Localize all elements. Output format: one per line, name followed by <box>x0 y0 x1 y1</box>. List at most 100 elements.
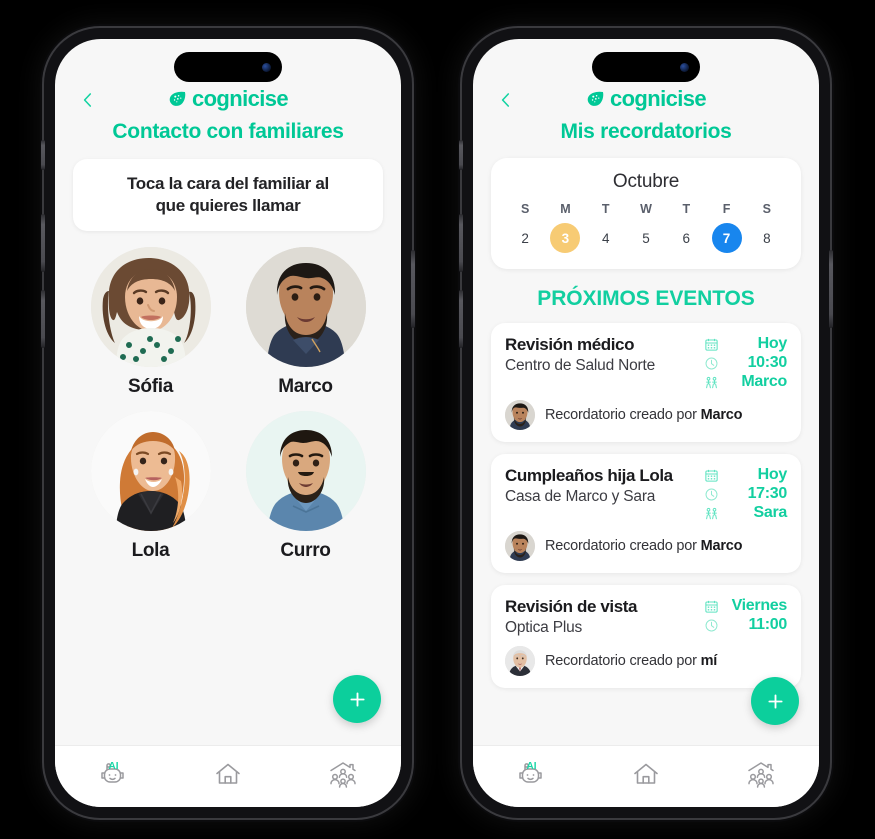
volume-up-button[interactable] <box>459 214 463 272</box>
calendar-dow-row: S M T W T F S <box>505 202 787 216</box>
nav-item-ai-assistant[interactable]: AI <box>81 752 145 796</box>
event-card[interactable]: Cumpleaños hija Lola Casa de Marco y Sar… <box>491 454 801 573</box>
dynamic-island <box>592 52 700 82</box>
dow-label: T <box>601 202 610 216</box>
brand-logo: cognicise <box>491 85 801 113</box>
calendar-day-cell[interactable]: 2 <box>505 223 545 253</box>
nav-item-family[interactable] <box>311 752 375 796</box>
photo-lola <box>90 410 211 531</box>
calendar-day-cell[interactable]: 3 <box>545 223 585 253</box>
calendar-icon <box>705 338 718 351</box>
calendar-widget: Octubre S M T W T F S 2 3 4 5 6 7 8 <box>491 158 801 269</box>
silent-switch[interactable] <box>41 140 45 170</box>
event-day: Viernes <box>731 597 788 614</box>
day-number[interactable]: 6 <box>671 223 701 253</box>
day-number[interactable]: 4 <box>591 223 621 253</box>
created-by-name: mí <box>700 653 718 669</box>
clock-icon <box>705 488 718 500</box>
created-by-text: Recordatorio creado por Marco <box>545 407 743 423</box>
leaf-brain-logo-icon <box>169 91 186 106</box>
screenshot-stage: cognicise Contacto con familiares Toca l… <box>0 0 875 839</box>
event-person: Sara <box>753 504 788 521</box>
chevron-left-icon[interactable] <box>79 91 97 109</box>
event-date-row: Hoy <box>704 335 787 353</box>
event-time: 10:30 <box>747 354 788 371</box>
day-number[interactable]: 2 <box>510 223 540 253</box>
add-contact-fab[interactable] <box>333 675 381 723</box>
calendar-day-cell[interactable]: 8 <box>747 223 787 253</box>
contacts-grid: Sófia Marco Lola Curro <box>73 246 383 562</box>
photo-marco-small <box>505 531 535 561</box>
calendar-day-cell[interactable]: 4 <box>586 223 626 253</box>
dow-label: F <box>722 202 731 216</box>
event-created-by-row: Recordatorio creado por mí <box>505 646 787 676</box>
front-camera-icon <box>680 62 689 72</box>
contact-name: Sófia <box>128 375 173 397</box>
add-reminder-fab[interactable] <box>751 677 799 725</box>
ai-badge-text: AI <box>526 761 536 772</box>
event-location: Casa de Marco y Sara <box>505 488 656 505</box>
page-title-left: Contacto con familiares <box>112 120 344 143</box>
event-time-row: 10:30 <box>704 354 787 372</box>
event-title: Cumpleaños hija Lola <box>505 466 673 485</box>
people-icon <box>706 376 717 388</box>
dow-label: M <box>560 202 571 216</box>
content-left: Toca la cara del familiar al que quieres… <box>55 144 401 745</box>
event-day: Hoy <box>757 466 788 483</box>
event-location: Optica Plus <box>505 619 583 636</box>
event-person: Marco <box>741 373 787 390</box>
nav-item-family[interactable] <box>729 752 793 796</box>
avatar <box>245 246 366 367</box>
phone-right: cognicise Mis recordatorios Octubre S M … <box>459 28 833 818</box>
volume-up-button[interactable] <box>41 214 45 272</box>
nav-item-home[interactable] <box>614 752 678 796</box>
event-time-row: 11:00 <box>704 616 787 634</box>
created-by-name: Marco <box>700 538 743 554</box>
screen-right: cognicise Mis recordatorios Octubre S M … <box>473 39 819 807</box>
avatar <box>245 410 366 531</box>
contact-name: Curro <box>280 539 331 561</box>
front-camera-icon <box>262 62 271 72</box>
contact-name: Marco <box>278 375 333 397</box>
event-card[interactable]: Revisión de vista Optica Plus Viernes 11… <box>491 585 801 688</box>
chevron-left-icon[interactable] <box>497 91 515 109</box>
phone-left: cognicise Contacto con familiares Toca l… <box>41 28 415 818</box>
volume-down-button[interactable] <box>459 290 463 348</box>
day-number[interactable]: 5 <box>631 223 661 253</box>
event-time-row: 17:30 <box>704 485 787 503</box>
upcoming-events-heading: PRÓXIMOS EVENTOS <box>537 287 755 310</box>
home-icon <box>634 763 658 784</box>
silent-switch[interactable] <box>459 140 463 170</box>
event-person-row: Sara <box>704 504 787 522</box>
event-time: 17:30 <box>747 485 788 502</box>
dow-label: T <box>682 202 691 216</box>
volume-down-button[interactable] <box>41 290 45 348</box>
content-right: Octubre S M T W T F S 2 3 4 5 6 7 8 PRÓX… <box>473 144 819 745</box>
created-by-prefix: Recordatorio creado por <box>545 538 697 554</box>
screen-left: cognicise Contacto con familiares Toca l… <box>55 39 401 807</box>
day-number-highlighted-amber[interactable]: 3 <box>550 223 581 253</box>
brand-logo: cognicise <box>73 85 383 113</box>
contact-card-sofia[interactable]: Sófia <box>73 246 228 398</box>
event-card[interactable]: Revisión médico Centro de Salud Norte Ho… <box>491 323 801 442</box>
power-button[interactable] <box>829 250 833 328</box>
ai-badge-text: AI <box>108 761 118 772</box>
day-number-selected[interactable]: 7 <box>711 223 742 253</box>
avatar-small <box>505 646 535 676</box>
day-number[interactable]: 8 <box>752 223 782 253</box>
contact-card-marco[interactable]: Marco <box>228 246 383 398</box>
nav-item-home[interactable] <box>196 752 260 796</box>
created-by-text: Recordatorio creado por mí <box>545 653 717 669</box>
event-date-row: Hoy <box>704 466 787 484</box>
calendar-day-cell[interactable]: 5 <box>626 223 666 253</box>
instruction-card: Toca la cara del familiar al que quieres… <box>73 159 383 231</box>
created-by-name: Marco <box>700 407 743 423</box>
contact-card-curro[interactable]: Curro <box>228 410 383 562</box>
instruction-line-1: Toca la cara del familiar al <box>126 174 329 193</box>
event-time: 11:00 <box>748 616 787 633</box>
calendar-day-cell[interactable]: 6 <box>666 223 706 253</box>
contact-card-lola[interactable]: Lola <box>73 410 228 562</box>
nav-item-ai-assistant[interactable]: AI <box>499 752 563 796</box>
calendar-day-cell[interactable]: 7 <box>706 223 746 253</box>
power-button[interactable] <box>411 250 415 328</box>
